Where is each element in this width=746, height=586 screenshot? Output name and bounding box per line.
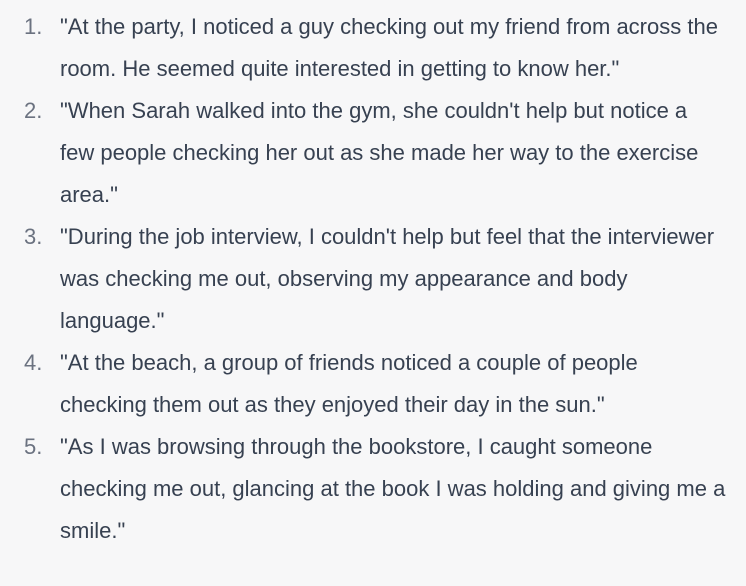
chat-message-content: 1. "At the party, I noticed a guy checki… — [0, 0, 746, 586]
list-item-text: "When Sarah walked into the gym, she cou… — [60, 98, 699, 207]
list-item: 2. "When Sarah walked into the gym, she … — [0, 90, 726, 216]
list-item-text: "At the beach, a group of friends notice… — [60, 350, 638, 417]
list-item-text: "During the job interview, I couldn't he… — [60, 224, 715, 333]
examples-list: 1. "At the party, I noticed a guy checki… — [0, 6, 726, 552]
list-item: 4. "At the beach, a group of friends not… — [0, 342, 726, 426]
list-item-number: 2. — [24, 98, 43, 123]
list-item-number: 5. — [24, 434, 43, 459]
list-item-text: "As I was browsing through the bookstore… — [60, 434, 726, 543]
list-item-text: "At the party, I noticed a guy checking … — [60, 14, 718, 81]
list-item: 3. "During the job interview, I couldn't… — [0, 216, 726, 342]
list-item-number: 1. — [24, 14, 43, 39]
list-item: 5. "As I was browsing through the bookst… — [0, 426, 726, 552]
list-item-number: 3. — [24, 224, 43, 249]
list-item-number: 4. — [24, 350, 43, 375]
list-item: 1. "At the party, I noticed a guy checki… — [0, 6, 726, 90]
